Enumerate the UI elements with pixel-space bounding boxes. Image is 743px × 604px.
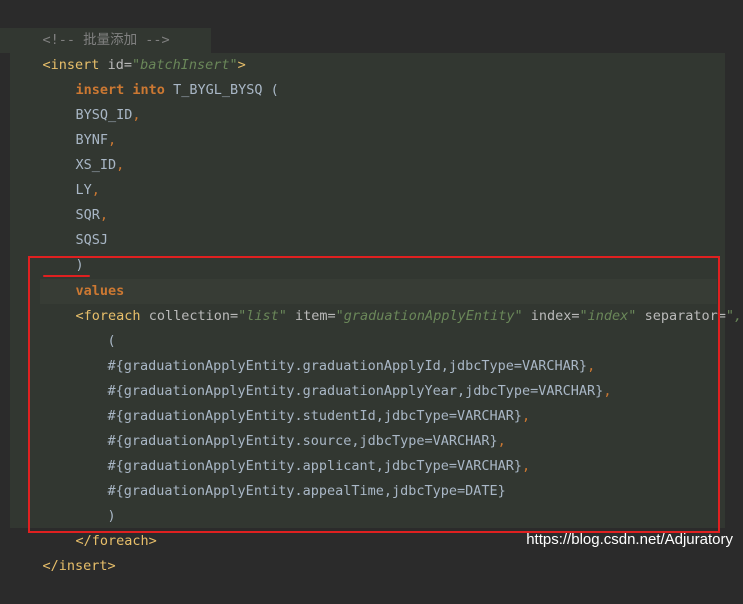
code-line-param: #{graduationApplyEntity.graduationApplyY…	[0, 354, 743, 399]
code-line-param: #{graduationApplyEntity.source,jdbcType=…	[0, 404, 743, 449]
code-line-close-paren: )	[0, 228, 743, 273]
code-line-inner-open-paren: (	[0, 304, 743, 349]
watermark-text: https://blog.csdn.net/Adjuratory	[526, 531, 733, 548]
code-line-insert-open: <insert id="batchInsert">	[0, 28, 743, 73]
code-line-param: #{graduationApplyEntity.graduationApplyI…	[0, 329, 743, 374]
code-line-column: XS_ID,	[0, 128, 743, 173]
code-line-foreach-open: <foreach collection="list" item="graduat…	[0, 279, 743, 324]
code-line-column: BYNF,	[0, 103, 743, 148]
code-line-comment: <!-- 批量添加 -->	[0, 3, 743, 48]
code-editor[interactable]: <!-- 批量添加 --> <insert id="batchInsert"> …	[0, 0, 743, 574]
code-line-values: values	[0, 254, 743, 299]
code-line-insert-into: insert into T_BYGL_BYSQ (	[0, 53, 743, 98]
red-underline-mark	[43, 275, 90, 277]
code-line-column: SQSJ	[0, 203, 743, 248]
code-line-column: LY,	[0, 153, 743, 198]
code-line-column: BYSQ_ID,	[0, 78, 743, 123]
code-line-param: #{graduationApplyEntity.studentId,jdbcTy…	[0, 379, 743, 424]
code-line-param: #{graduationApplyEntity.appealTime,jdbcT…	[0, 454, 743, 499]
insert-close-tag: </insert>	[42, 558, 116, 574]
code-line-param: #{graduationApplyEntity.applicant,jdbcTy…	[0, 429, 743, 474]
code-line-inner-close-paren: )	[0, 479, 743, 524]
code-line-column: SQR,	[0, 178, 743, 223]
code-line-foreach-close: </foreach>	[0, 504, 743, 549]
